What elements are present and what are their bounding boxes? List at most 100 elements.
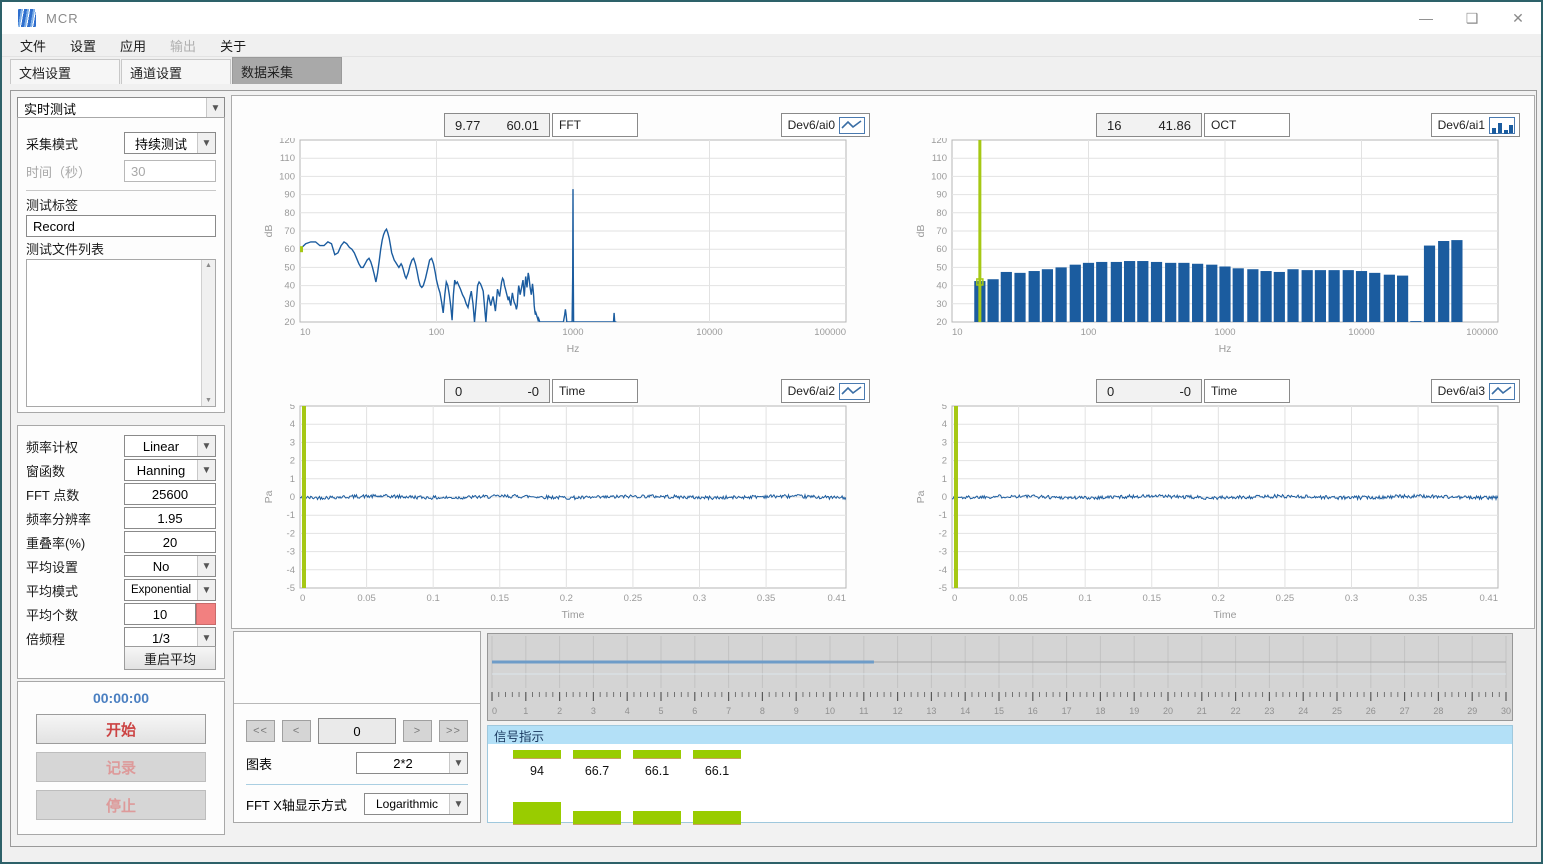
empty-preview-area — [234, 632, 480, 704]
param-input[interactable]: 10 — [124, 603, 196, 625]
svg-text:15: 15 — [994, 706, 1004, 716]
next-page-button[interactable]: > — [403, 720, 432, 742]
svg-text:0.25: 0.25 — [1276, 593, 1295, 604]
menu-bar: 文件 设置 应用 输出 关于 — [2, 34, 1541, 57]
chart-panel-time-ai3: 0-0TimeDev6/ai3-5-4-3-2-101234500.050.10… — [884, 362, 1534, 628]
tab-document-settings[interactable]: 文档设置 — [10, 59, 120, 84]
param-select[interactable]: Hanning▼ — [124, 459, 216, 481]
chart-type-box[interactable]: FFT — [552, 113, 638, 137]
time-plot[interactable]: -5-4-3-2-101234500.050.10.150.20.250.30.… — [912, 404, 1512, 626]
svg-text:2: 2 — [942, 456, 947, 467]
svg-text:50: 50 — [284, 262, 295, 273]
tab-bar: 文档设置 通道设置 数据采集 — [2, 57, 1541, 84]
fft-xaxis-mode-select[interactable]: Logarithmic ▼ — [364, 793, 468, 815]
param-row: 窗函数Hanning▼ — [26, 458, 216, 482]
channel-selector[interactable]: Dev6/ai2 — [781, 379, 870, 403]
channel-selector[interactable]: Dev6/ai1 — [1431, 113, 1520, 137]
test-file-list[interactable]: ▲▼ — [26, 259, 216, 407]
svg-text:10: 10 — [952, 327, 963, 338]
svg-text:110: 110 — [280, 153, 295, 164]
bar-chart-icon — [1489, 117, 1515, 134]
start-button[interactable]: 开始 — [36, 714, 206, 744]
chevron-down-icon: ▼ — [197, 580, 215, 600]
menu-output: 输出 — [158, 34, 208, 57]
minimize-button[interactable]: — — [1403, 2, 1449, 34]
channel-name: Dev6/ai3 — [1438, 384, 1485, 398]
svg-text:-3: -3 — [939, 547, 947, 558]
channel-selector[interactable]: Dev6/ai3 — [1431, 379, 1520, 403]
param-input[interactable]: 1.95 — [124, 507, 216, 529]
acq-mode-select[interactable]: 持续测试 ▼ — [124, 132, 216, 154]
menu-settings[interactable]: 设置 — [58, 34, 108, 57]
fft-settings-panel: 频率计权Linear▼窗函数Hanning▼FFT 点数25600频率分辨率1.… — [17, 425, 225, 679]
cursor-y-value: -0 — [1179, 384, 1191, 399]
svg-text:21: 21 — [1197, 706, 1207, 716]
signal-level-bar — [693, 750, 741, 759]
prev-page-button[interactable]: < — [282, 720, 311, 742]
time-plot[interactable]: -5-4-3-2-101234500.050.10.150.20.250.30.… — [260, 404, 860, 626]
scrollbar[interactable]: ▲▼ — [201, 260, 215, 406]
file-list-label: 测试文件列表 — [26, 239, 216, 258]
cursor-y-value: 60.01 — [506, 118, 539, 133]
tab-channel-settings[interactable]: 通道设置 — [121, 59, 231, 84]
param-input[interactable]: 20 — [124, 531, 216, 553]
page-number-box[interactable]: 0 — [318, 718, 396, 744]
svg-text:100: 100 — [1081, 327, 1097, 338]
svg-text:10: 10 — [825, 706, 835, 716]
close-button[interactable]: ✕ — [1495, 2, 1541, 34]
cursor-readout: 0 -0 — [444, 379, 550, 403]
menu-about[interactable]: 关于 — [208, 34, 258, 57]
chart-type-box[interactable]: OCT — [1204, 113, 1290, 137]
svg-text:-5: -5 — [287, 583, 295, 594]
test-tag-input[interactable]: Record — [26, 215, 216, 237]
chart-layout-select[interactable]: 2*2 ▼ — [356, 752, 468, 774]
channel-selector[interactable]: Dev6/ai0 — [781, 113, 870, 137]
svg-text:0: 0 — [492, 706, 497, 716]
svg-text:25: 25 — [1332, 706, 1342, 716]
chart-type-box[interactable]: Time — [552, 379, 638, 403]
svg-text:10000: 10000 — [696, 327, 722, 338]
param-select[interactable]: Linear▼ — [124, 435, 216, 457]
param-value: 1/3 — [125, 631, 197, 646]
record-timeline[interactable]: 0123456789101112131415161718192021222324… — [487, 633, 1513, 721]
signal-meter-bar — [633, 811, 681, 825]
svg-text:0.2: 0.2 — [1212, 593, 1225, 604]
signal-indication-panel: 信号指示 9466.766.166.1 — [487, 725, 1513, 823]
svg-text:80: 80 — [284, 208, 295, 219]
first-page-button[interactable]: << — [246, 720, 275, 742]
svg-text:dB: dB — [915, 225, 927, 238]
svg-text:-4: -4 — [939, 565, 947, 576]
svg-text:Time: Time — [562, 609, 585, 621]
svg-text:100000: 100000 — [1466, 327, 1498, 338]
chart-type-box[interactable]: Time — [1204, 379, 1290, 403]
app-logo-icon — [18, 9, 36, 27]
oct-plot[interactable]: 2030405060708090100110120101001000100001… — [912, 138, 1512, 360]
cursor-y-value: -0 — [527, 384, 539, 399]
restart-average-button[interactable]: 重启平均 — [124, 646, 216, 670]
svg-text:90: 90 — [284, 190, 295, 201]
fft-plot[interactable]: 2030405060708090100110120101001000100001… — [260, 138, 860, 360]
param-input[interactable]: 25600 — [124, 483, 216, 505]
svg-text:0.25: 0.25 — [624, 593, 643, 604]
channel-name: Dev6/ai2 — [788, 384, 835, 398]
signal-level-bar — [573, 750, 621, 759]
param-label: 重叠率(%) — [26, 533, 124, 552]
last-page-button[interactable]: >> — [439, 720, 468, 742]
test-type-select[interactable]: 实时测试 ▼ — [17, 97, 225, 119]
menu-file[interactable]: 文件 — [8, 34, 58, 57]
cursor-x-value: 0 — [455, 384, 462, 399]
chevron-down-icon: ▼ — [197, 628, 215, 648]
signal-level-value: 94 — [513, 764, 561, 778]
param-select[interactable]: No▼ — [124, 555, 216, 577]
svg-text:20: 20 — [284, 317, 295, 328]
param-select[interactable]: Exponential▼ — [124, 579, 216, 601]
svg-text:Time: Time — [1214, 609, 1237, 621]
maximize-button[interactable]: ❑ — [1449, 2, 1495, 34]
param-label: FFT 点数 — [26, 485, 124, 504]
svg-text:110: 110 — [932, 153, 947, 164]
svg-text:7: 7 — [726, 706, 731, 716]
tab-data-acquisition[interactable]: 数据采集 — [232, 57, 342, 84]
param-row: 频率计权Linear▼ — [26, 434, 216, 458]
menu-application[interactable]: 应用 — [108, 34, 158, 57]
svg-text:29: 29 — [1467, 706, 1477, 716]
